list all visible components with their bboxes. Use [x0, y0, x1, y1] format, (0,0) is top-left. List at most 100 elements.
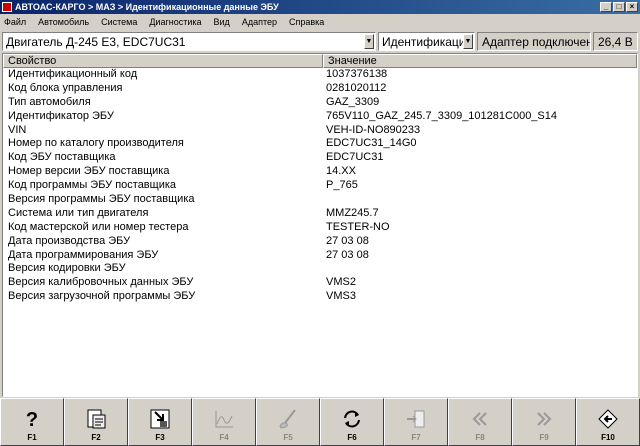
- property-cell: Версия загрузочной программы ЭБУ: [8, 290, 196, 303]
- value-cell: 765V110_GAZ_245.7_3309_101281C000_S14: [326, 109, 557, 122]
- f9-label: F9: [539, 433, 549, 442]
- table-row[interactable]: Версия программы ЭБУ поставщика: [3, 193, 637, 207]
- value-cell: MMZ245.7: [326, 206, 379, 219]
- forward-icon: [537, 412, 552, 426]
- f5-label: F5: [283, 433, 293, 442]
- refresh-icon: [344, 410, 360, 428]
- table-row[interactable]: Код мастерской или номер тестера TESTER-N…: [3, 221, 637, 235]
- property-cell: Код ЭБУ поставщика: [8, 151, 116, 164]
- svg-text:?: ?: [26, 409, 38, 430]
- ecu-data-table: Свойство Значение Идентификационный код 1…: [2, 53, 638, 397]
- value-cell: 27 03 08: [326, 248, 369, 261]
- help-icon: ?: [26, 409, 38, 430]
- toolbar: Двигатель Д-245 Е3, EDC7UC31 ▼ Идентифик…: [0, 31, 640, 52]
- menu-adapter[interactable]: Адаптер: [242, 17, 277, 27]
- table-row[interactable]: Дата программирования ЭБУ 27 03 08: [3, 249, 637, 263]
- value-cell: EDC7UC31: [326, 151, 384, 164]
- f7-import-button[interactable]: F7: [384, 398, 448, 446]
- table-row[interactable]: Код ЭБУ поставщика EDC7UC31: [3, 151, 637, 165]
- f6-refresh-button[interactable]: F6: [320, 398, 384, 446]
- table-row[interactable]: Номер по каталогу производителя EDC7UC31_…: [3, 137, 637, 151]
- mode-select[interactable]: Идентификация ▼: [378, 32, 475, 51]
- table-row[interactable]: Идентификационный код 1037376138: [3, 68, 637, 82]
- value-cell: [323, 193, 637, 207]
- menu-help[interactable]: Справка: [289, 17, 324, 27]
- f9-forward-button[interactable]: F9: [512, 398, 576, 446]
- engine-select[interactable]: Двигатель Д-245 Е3, EDC7UC31 ▼: [2, 32, 376, 51]
- maximize-button[interactable]: □: [613, 2, 625, 12]
- app-icon: [2, 2, 12, 12]
- value-cell: 14.XX: [326, 165, 356, 178]
- value-cell: [323, 262, 637, 276]
- menu-view[interactable]: Вид: [214, 17, 230, 27]
- f1-help-button[interactable]: ? F1: [0, 398, 64, 446]
- column-header-value[interactable]: Значение: [323, 54, 637, 68]
- menu-vehicle[interactable]: Автомобиль: [38, 17, 89, 27]
- property-cell: Номер версии ЭБУ поставщика: [8, 165, 170, 178]
- f10-exit-button[interactable]: F10: [576, 398, 640, 446]
- graph-icon: [215, 411, 233, 428]
- menu-diagnostics[interactable]: Диагностика: [149, 17, 201, 27]
- chevron-down-icon[interactable]: ▼: [364, 34, 374, 49]
- title-bar: АВТОАС-КАРГО > МАЗ > Идентификационные д…: [0, 0, 640, 14]
- f10-label: F10: [601, 433, 615, 442]
- table-row[interactable]: Дата производства ЭБУ 27 03 08: [3, 235, 637, 249]
- f2-label: F2: [91, 433, 101, 442]
- table-row[interactable]: Код программы ЭБУ поставщика P_765: [3, 179, 637, 193]
- f8-label: F8: [475, 433, 485, 442]
- property-cell: Идентификационный код: [8, 68, 138, 80]
- chevron-down-icon[interactable]: ▼: [463, 34, 473, 49]
- rewind-icon: [472, 412, 487, 426]
- column-header-property[interactable]: Свойство: [3, 54, 323, 68]
- f7-label: F7: [411, 433, 421, 442]
- table-row[interactable]: Версия калибровочных данных ЭБУ VMS2: [3, 276, 637, 290]
- property-cell: Версия программы ЭБУ поставщика: [8, 193, 195, 206]
- property-cell: Идентификатор ЭБУ: [8, 109, 114, 122]
- function-key-bar: ? F1 F2 F3 F4 F5 F6 F7 F8 F9 F10: [0, 398, 640, 446]
- table-row[interactable]: Код блока управления 0281020112: [3, 82, 637, 96]
- property-cell: Система или тип двигателя: [8, 206, 149, 219]
- f8-rewind-button[interactable]: F8: [448, 398, 512, 446]
- value-cell: VMS3: [326, 290, 356, 303]
- f4-graph-button[interactable]: F4: [192, 398, 256, 446]
- window-title: АВТОАС-КАРГО > МАЗ > Идентификационные д…: [15, 2, 279, 12]
- property-cell: Код программы ЭБУ поставщика: [8, 179, 177, 192]
- value-cell: GAZ_3309: [326, 95, 380, 108]
- menu-file[interactable]: Файл: [4, 17, 26, 27]
- value-cell: TESTER-NO: [326, 220, 390, 233]
- table-row[interactable]: Идентификатор ЭБУ 765V110_GAZ_245.7_3309_…: [3, 110, 637, 124]
- value-cell: P_765: [326, 179, 358, 192]
- table-row[interactable]: Тип автомобиля GAZ_3309: [3, 96, 637, 110]
- table-row[interactable]: Версия кодировки ЭБУ: [3, 262, 637, 276]
- value-cell: 1037376138: [326, 68, 388, 80]
- table-row[interactable]: Номер версии ЭБУ поставщика 14.XX: [3, 165, 637, 179]
- f3-save-button[interactable]: F3: [128, 398, 192, 446]
- close-button[interactable]: ×: [626, 2, 638, 12]
- property-cell: Дата производства ЭБУ: [8, 234, 131, 247]
- minimize-button[interactable]: _: [600, 2, 612, 12]
- voltage-readout: 26,4 В: [593, 32, 638, 51]
- mode-select-value: Идентификация: [382, 34, 463, 49]
- f3-label: F3: [155, 433, 165, 442]
- property-cell: Дата программирования ЭБУ: [8, 248, 159, 261]
- f4-label: F4: [219, 433, 229, 442]
- probe-icon: [279, 409, 296, 429]
- property-cell: VIN: [8, 123, 27, 136]
- f5-probe-button[interactable]: F5: [256, 398, 320, 446]
- property-cell: Код блока управления: [8, 81, 123, 94]
- f6-label: F6: [347, 433, 357, 442]
- property-cell: Версия калибровочных данных ЭБУ: [8, 276, 194, 289]
- value-cell: 27 03 08: [326, 234, 369, 247]
- table-row[interactable]: Версия загрузочной программы ЭБУ VMS3: [3, 290, 637, 304]
- table-row[interactable]: VIN VEH-ID-NO890233: [3, 124, 637, 138]
- menu-system[interactable]: Система: [101, 17, 137, 27]
- property-cell: Код мастерской или номер тестера: [8, 220, 189, 233]
- table-row[interactable]: Система или тип двигателя MMZ245.7: [3, 207, 637, 221]
- value-cell: VMS2: [326, 276, 356, 289]
- report-icon: [87, 409, 106, 429]
- property-cell: Номер по каталогу производителя: [8, 137, 184, 150]
- value-cell: VEH-ID-NO890233: [326, 123, 421, 136]
- table-header: Свойство Значение: [3, 54, 637, 68]
- engine-select-value: Двигатель Д-245 Е3, EDC7UC31: [6, 34, 186, 49]
- f2-report-button[interactable]: F2: [64, 398, 128, 446]
